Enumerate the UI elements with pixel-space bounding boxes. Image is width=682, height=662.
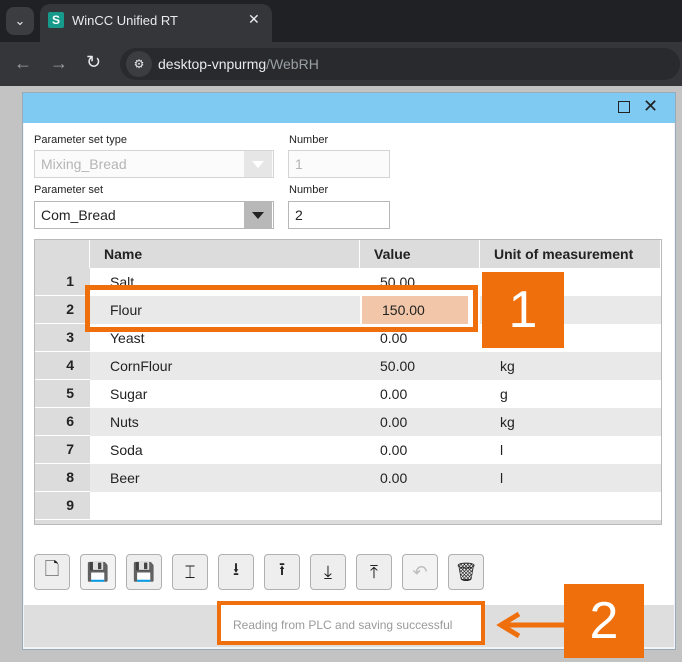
read-from-plc-icon: ⭱ [278,559,286,579]
toolbar-button-read-from-plc[interactable]: ⭱ [264,554,300,590]
toolbar-button-write-to-plc[interactable]: ⭳ [218,554,254,590]
number2-field[interactable]: 2 [288,201,390,229]
row-number[interactable]: 3 [35,324,90,352]
tab-search-button[interactable]: ⌄ [6,7,34,35]
table-corner [35,240,90,268]
number1-field: 1 [288,150,390,178]
url-path: /WebRH [266,56,319,72]
cell-value[interactable]: 50.00 [360,352,480,380]
number1-value: 1 [295,156,303,172]
rename-icon: ⌶ [184,561,196,582]
callout-badge-2: 2 [564,584,644,658]
param-set-dropdown-button[interactable] [244,202,272,228]
new-record-icon: 🗋 [44,559,60,579]
delete-icon: 🗑 [454,561,478,582]
tab-close-icon[interactable]: ✕ [248,11,260,28]
undo-icon: ↶ [412,561,428,582]
cell-value[interactable] [360,492,480,520]
cell-name[interactable] [90,492,360,520]
close-icon[interactable]: ✕ [643,97,658,115]
param-type-dropdown-button [244,151,272,177]
column-header-name[interactable]: Name [90,240,360,268]
toolbar-button-new-record[interactable]: 🗋 [34,554,70,590]
cell-name[interactable]: CornFlour [90,352,360,380]
number1-label: Number [289,134,329,146]
cell-value[interactable]: 0.00 [360,436,480,464]
reload-icon[interactable]: ↻ [86,52,101,73]
row-number[interactable]: 9 [35,492,90,520]
site-info-icon[interactable]: ⚙ [126,51,152,77]
forward-icon[interactable]: → [50,53,68,74]
cell-value[interactable]: 0.00 [360,380,480,408]
callout-arrow-icon [496,611,565,639]
number2-value: 2 [295,207,303,223]
cell-unit[interactable]: kg [480,352,661,380]
cell-unit[interactable]: l [480,464,661,492]
toolbar-button-save: 💾 [80,554,116,590]
number2-label: Number [289,184,329,196]
toolbar-button-undo: ↶ [402,554,438,590]
import-icon: ⤓ [324,561,332,582]
back-icon[interactable]: ← [14,53,32,74]
cell-unit[interactable]: g [480,380,661,408]
write-to-plc-icon: ⭳ [232,559,240,579]
row-number[interactable]: 2 [35,296,90,324]
callout-badge-1: 1 [482,272,564,348]
export-icon: ⤒ [370,561,378,582]
param-type-dropdown: Mixing_Bread [34,150,274,178]
row-number[interactable]: 6 [35,408,90,436]
param-set-label: Parameter set [34,184,104,196]
horizontal-scrollbar[interactable] [35,520,661,524]
cell-value[interactable]: 0.00 [360,408,480,436]
row-number[interactable]: 8 [35,464,90,492]
param-set-value: Com_Bread [41,207,116,223]
row-number[interactable]: 5 [35,380,90,408]
tab-favicon-icon: S [48,12,64,28]
save-as-icon: 💾 [132,561,156,582]
param-set-dropdown[interactable]: Com_Bread [34,201,274,229]
save-icon: 💾 [86,561,110,582]
row-number[interactable]: 7 [35,436,90,464]
row-number[interactable]: 4 [35,352,90,380]
toolbar-button-delete[interactable]: 🗑 [448,554,484,590]
column-header-value[interactable]: Value [360,240,480,268]
param-type-value: Mixing_Bread [41,156,127,172]
cell-name[interactable]: Sugar [90,380,360,408]
cell-unit[interactable]: l [480,436,661,464]
url-text[interactable]: desktop-vnpurmg/WebRH [158,56,319,72]
param-type-label: Parameter set type [34,134,127,146]
tab-title: WinCC Unified RT [72,13,178,28]
status-text: Reading from PLC and saving successful [233,618,453,632]
window-title-bar [23,93,675,123]
cell-value[interactable]: 0.00 [360,464,480,492]
row-highlight-callout [85,285,478,332]
cell-name[interactable]: Soda [90,436,360,464]
toolbar-button-import[interactable]: ⤓ [310,554,346,590]
chevron-down-icon [252,160,264,168]
toolbar-button-export[interactable]: ⤒ [356,554,392,590]
cell-name[interactable]: Nuts [90,408,360,436]
toolbar-button-rename[interactable]: ⌶ [172,554,208,590]
column-header-unit[interactable]: Unit of measurement [480,240,661,268]
cell-unit[interactable]: kg [480,408,661,436]
maximize-icon[interactable] [618,101,630,113]
toolbar-button-save-as[interactable]: 💾 [126,554,162,590]
row-number[interactable]: 1 [35,268,90,296]
cell-unit[interactable] [480,492,661,520]
url-host: desktop-vnpurmg [158,56,267,72]
chevron-down-icon [252,211,264,219]
cell-name[interactable]: Beer [90,464,360,492]
chevron-down-icon: ⌄ [14,13,26,28]
